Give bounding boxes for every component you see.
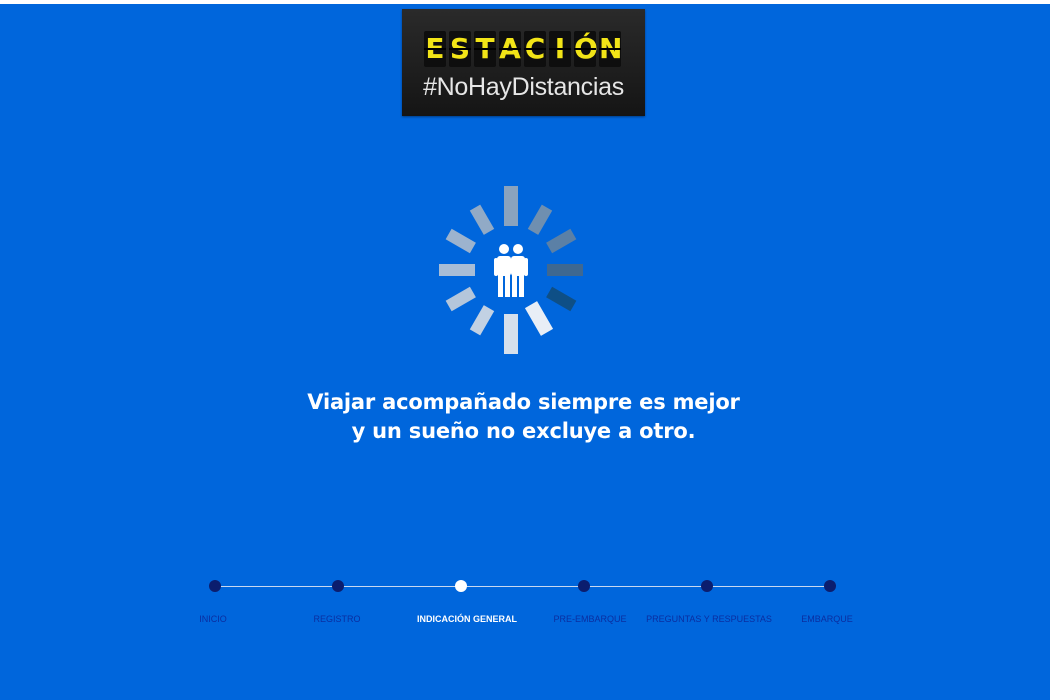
spinner-segment (439, 264, 475, 276)
step-label-indicacion-general[interactable]: INDICACIÓN GENERAL (417, 614, 517, 624)
step-label-registro[interactable]: REGISTRO (313, 614, 360, 624)
step-dot-preguntas-y-respuestas[interactable] (701, 580, 713, 592)
step-dot-indicacion-general[interactable] (455, 580, 467, 592)
logo-char: Ó (574, 31, 598, 67)
spinner-segment (547, 264, 583, 276)
tagline-message: Viajar acompañado siempre es mejor y un … (0, 388, 1047, 446)
step-dot-pre-embarque[interactable] (578, 580, 590, 592)
logo-hashtag: #NoHayDistancias (423, 73, 624, 101)
step-label-preguntas-y-respuestas[interactable]: PREGUNTAS Y RESPUESTAS (646, 614, 772, 624)
step-label-embarque[interactable]: EMBARQUE (801, 614, 853, 624)
logo-char: N (599, 31, 623, 67)
spinner-segment (546, 286, 577, 312)
step-dot-inicio[interactable] (209, 580, 221, 592)
step-label-inicio[interactable]: INICIO (199, 614, 227, 624)
spinner-segment (445, 228, 476, 254)
spinner-segment (504, 314, 518, 354)
logo-title: E S T A C I Ó N (424, 31, 623, 67)
step-dot-embarque[interactable] (824, 580, 836, 592)
logo-char: A (499, 31, 521, 67)
top-bar (0, 0, 1050, 4)
spinner-segment (546, 228, 577, 254)
spinner-segment (524, 301, 554, 336)
step-label-pre-embarque[interactable]: PRE-EMBARQUE (553, 614, 626, 624)
couple-icon (494, 244, 528, 297)
progress-track (215, 586, 830, 587)
spinner-segment (469, 305, 495, 336)
step-dot-registro[interactable] (332, 580, 344, 592)
logo-char: S (449, 31, 471, 67)
spinner-segment (504, 186, 518, 226)
loading-spinner (439, 186, 583, 354)
spinner-segment (469, 204, 495, 235)
tagline-line-2: y un sueño no excluye a otro. (351, 419, 696, 443)
logo-char: T (474, 31, 496, 67)
spinner-segment (527, 204, 553, 235)
estacion-logo: E S T A C I Ó N #NoHayDistancias (402, 9, 645, 116)
logo-char: I (549, 31, 571, 67)
logo-char: C (524, 31, 546, 67)
tagline-line-1: Viajar acompañado siempre es mejor (307, 390, 740, 414)
logo-char: E (424, 31, 446, 67)
spinner-segment (445, 286, 476, 312)
